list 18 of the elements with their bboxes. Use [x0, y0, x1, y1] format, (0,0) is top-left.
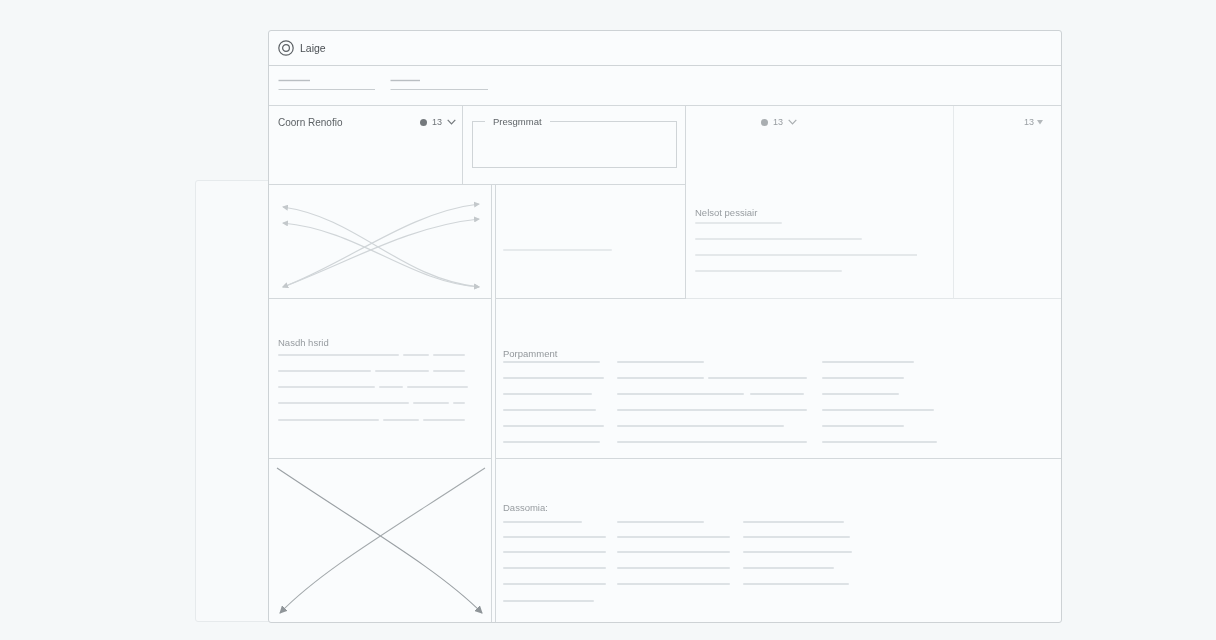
section-heading: Nasdh hsrid [278, 337, 329, 348]
section-heading: Dassomia: [503, 502, 548, 513]
chevron-down-icon [447, 119, 456, 125]
ring-icon [278, 40, 294, 56]
caret-icon [1037, 119, 1043, 125]
section-heading: Porpamment [503, 348, 558, 359]
chevron-down-icon [788, 119, 797, 125]
window-title: Laige [300, 42, 326, 54]
tab-placeholder[interactable] [278, 79, 376, 91]
dot-icon [420, 118, 427, 126]
count-dropdown[interactable]: 13 [1024, 117, 1043, 127]
dot-icon [761, 118, 768, 126]
count-dropdown[interactable]: 13 [761, 117, 797, 127]
section-heading: Nelsot pessiair [695, 207, 758, 218]
group-box-legend: Presgmmat [485, 116, 550, 127]
panel-title: Coorn Renofio [278, 117, 343, 128]
tab-placeholder[interactable] [390, 79, 489, 91]
count-dropdown[interactable]: 13 [420, 117, 456, 127]
